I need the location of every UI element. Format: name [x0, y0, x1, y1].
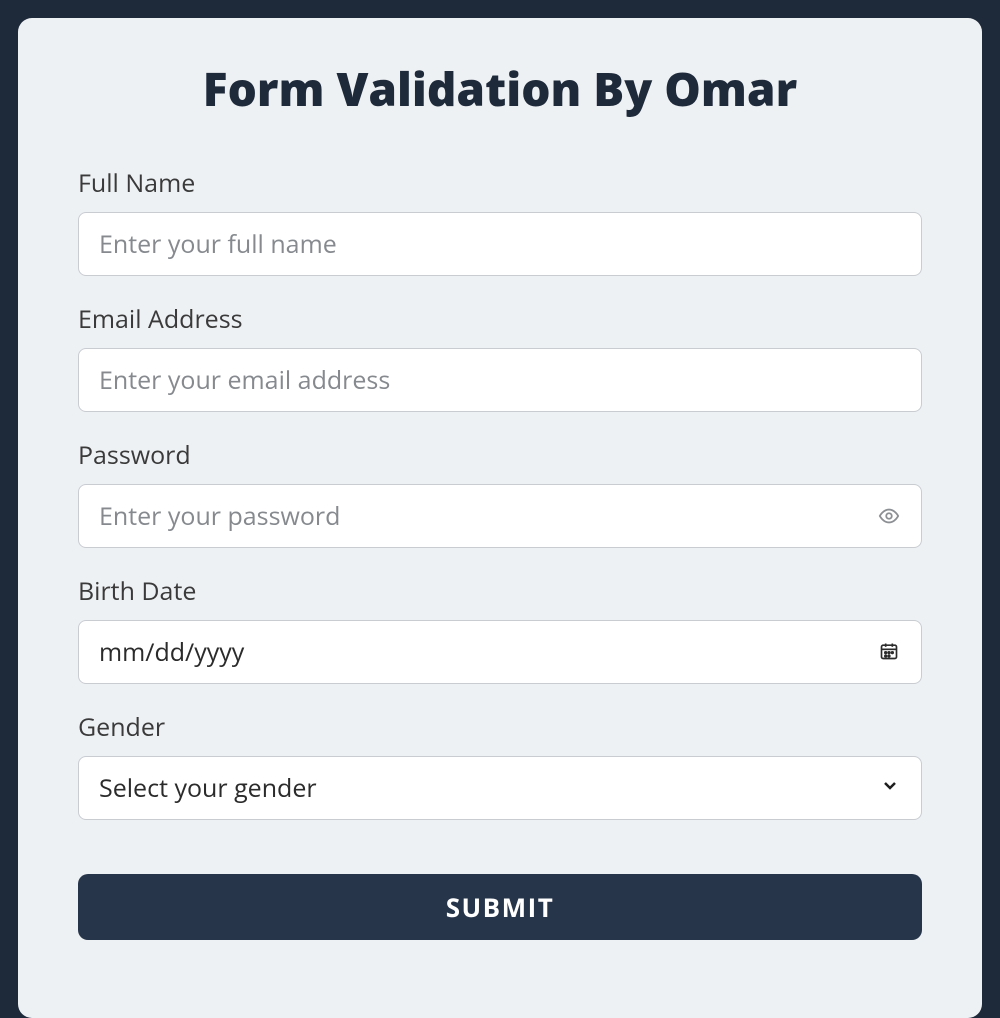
fullname-label: Full Name: [78, 166, 922, 200]
password-group: Password: [78, 438, 922, 548]
gender-group: Gender Select your gender: [78, 710, 922, 820]
email-input[interactable]: [78, 348, 922, 412]
form-card: Form Validation By Omar Full Name Email …: [18, 18, 982, 1018]
eye-icon[interactable]: [878, 505, 900, 527]
gender-label: Gender: [78, 710, 922, 744]
email-label: Email Address: [78, 302, 922, 336]
fullname-group: Full Name: [78, 166, 922, 276]
password-label: Password: [78, 438, 922, 472]
email-group: Email Address: [78, 302, 922, 412]
birthdate-label: Birth Date: [78, 574, 922, 608]
birthdate-input[interactable]: mm/dd/yyyy: [78, 620, 922, 684]
gender-select[interactable]: Select your gender: [78, 756, 922, 820]
submit-button[interactable]: SUBMIT: [78, 874, 922, 940]
birthdate-group: Birth Date mm/dd/yyyy: [78, 574, 922, 684]
birthdate-value: mm/dd/yyyy: [99, 635, 244, 669]
fullname-input[interactable]: [78, 212, 922, 276]
password-input[interactable]: [78, 484, 922, 548]
page-title: Form Validation By Omar: [78, 58, 922, 120]
calendar-icon[interactable]: [879, 635, 899, 669]
